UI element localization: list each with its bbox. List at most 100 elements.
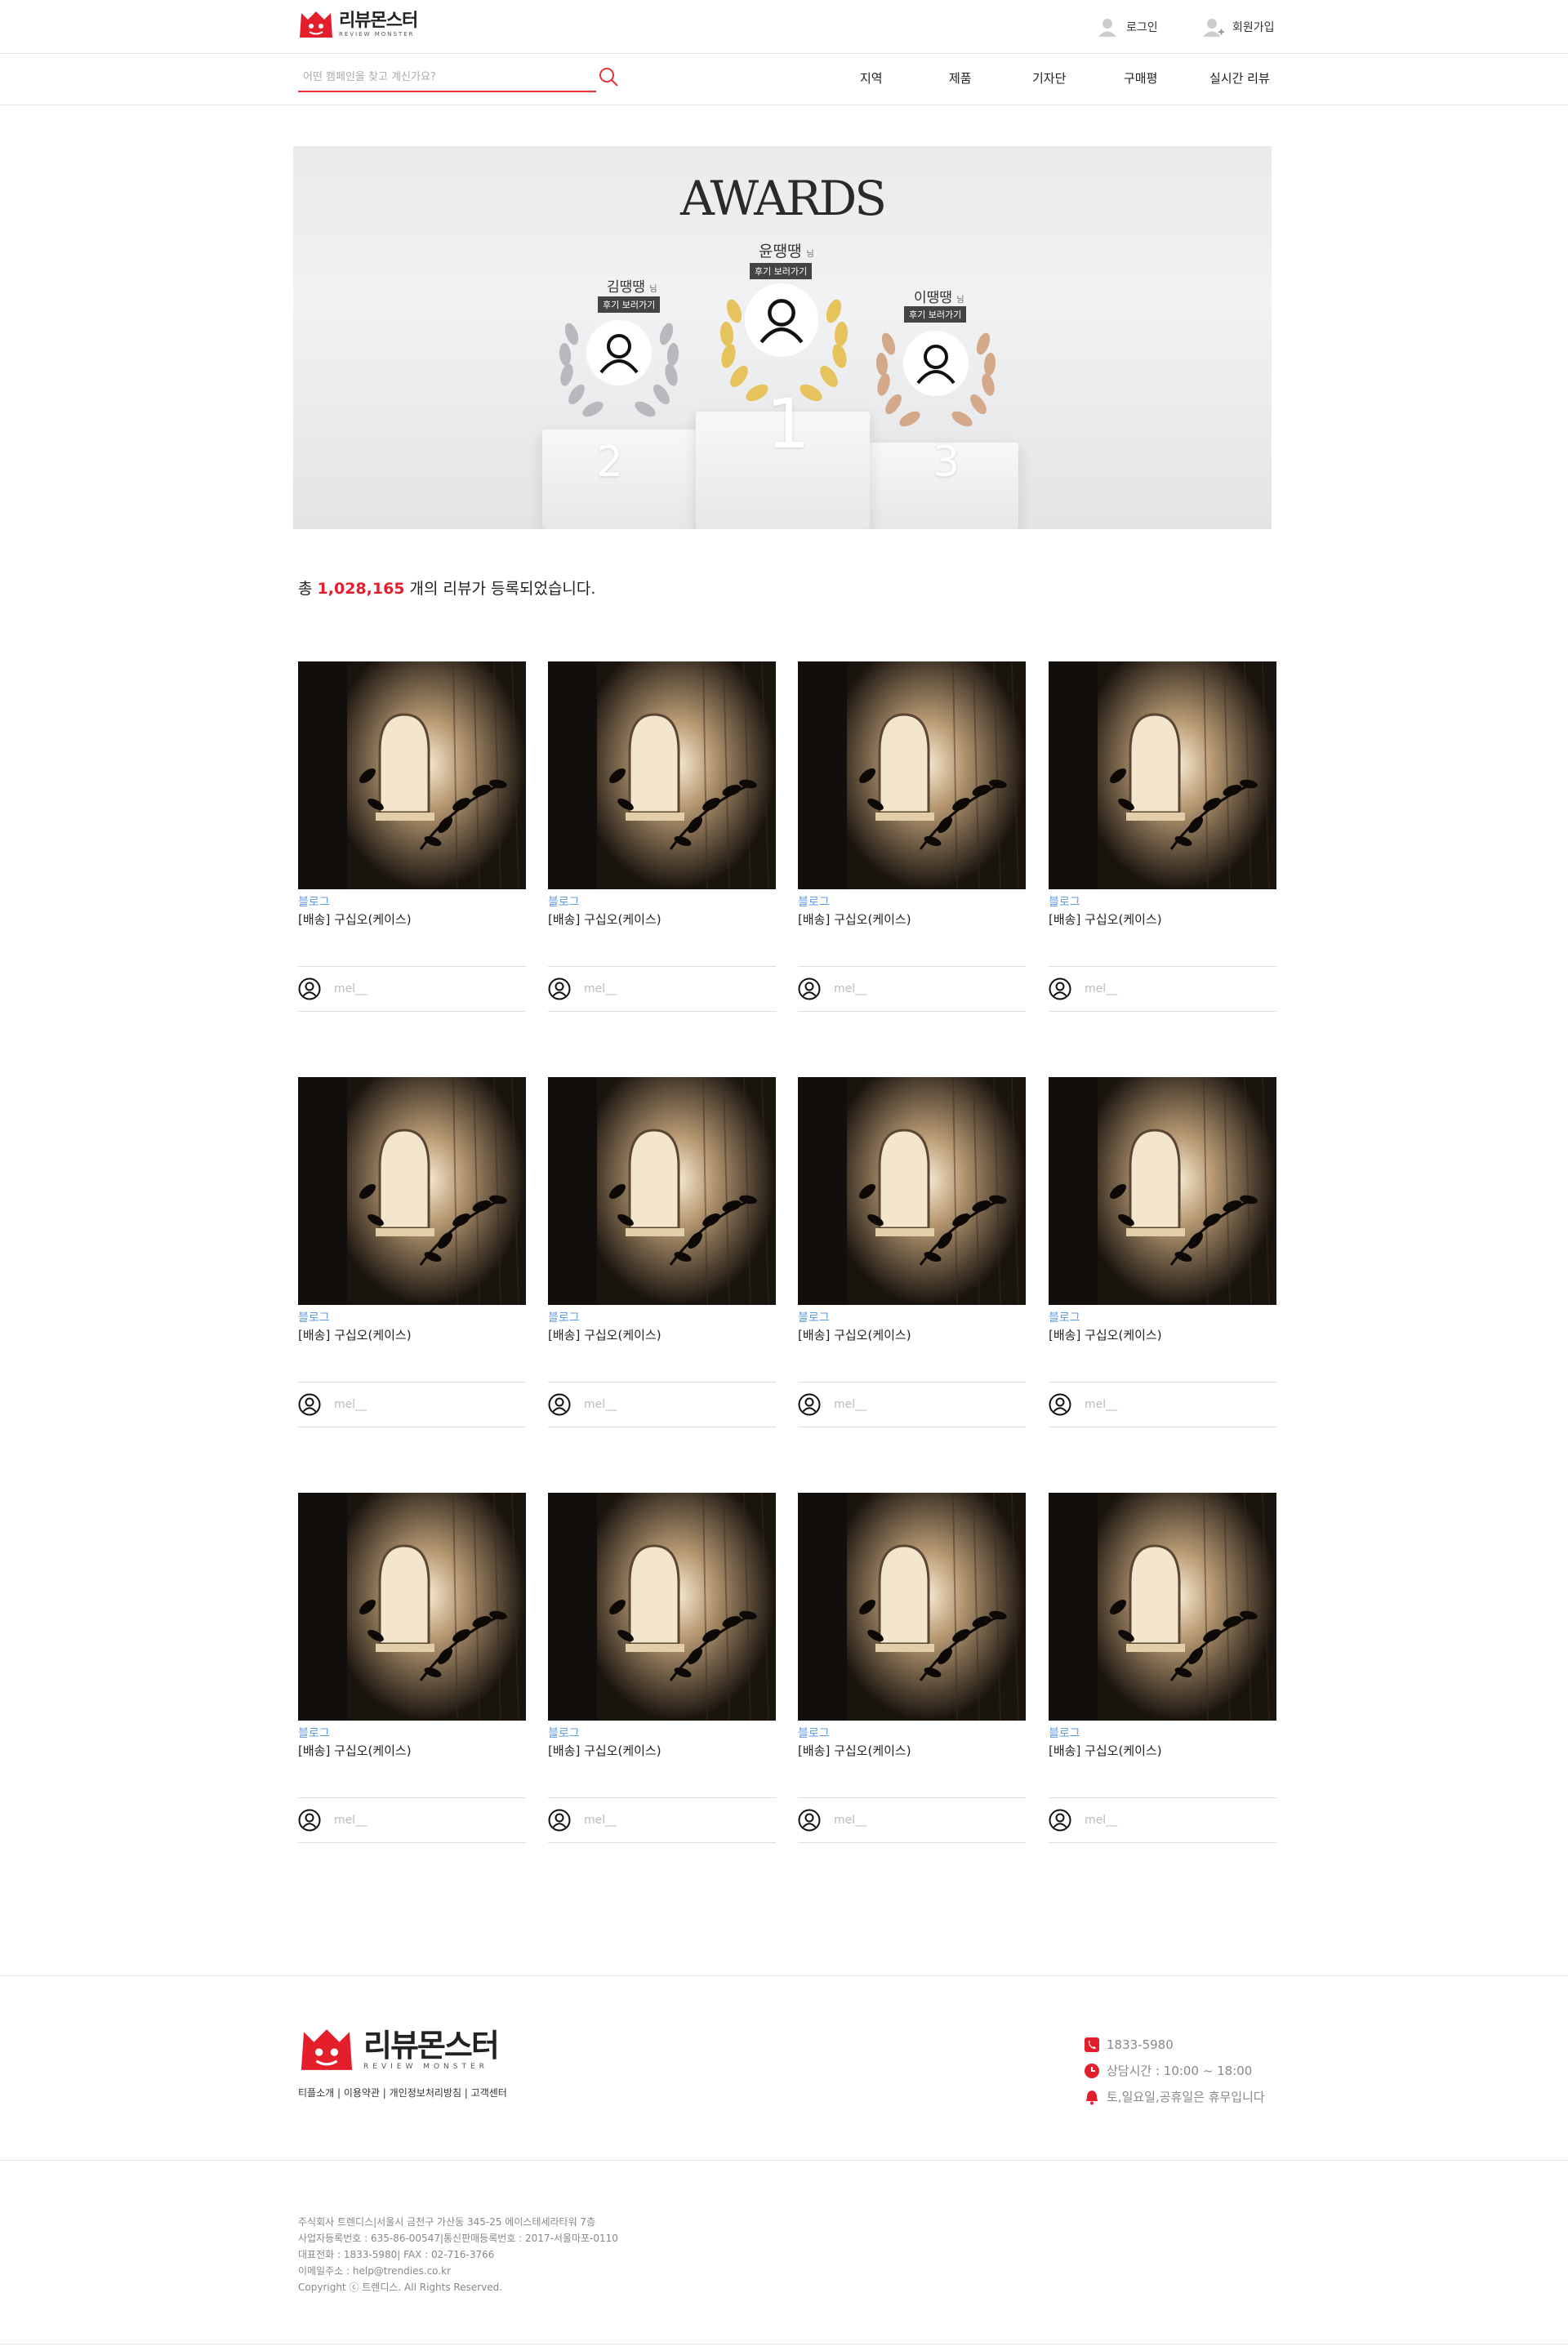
review-title[interactable]: [배송] 구십오(케이스)	[548, 1743, 776, 1758]
winner-3-name: 이땡땡 님	[914, 290, 964, 306]
review-card[interactable]: 블로그 [배송] 구십오(케이스) mel__	[1049, 1493, 1276, 1843]
user-icon	[548, 1393, 571, 1416]
footer-address: 주식회사 트렌디스|서울시 금천구 가산동 345-25 에이스테세라타워 7층…	[298, 2214, 618, 2295]
review-type[interactable]: 블로그	[298, 1727, 526, 1740]
review-title[interactable]: [배송] 구십오(케이스)	[548, 912, 776, 927]
footer-phone: 1833-5980	[1084, 2032, 1265, 2058]
join-link[interactable]: 회원가입	[1203, 16, 1275, 38]
review-type[interactable]: 블로그	[298, 896, 526, 909]
review-title[interactable]: [배송] 구십오(케이스)	[298, 1743, 526, 1758]
review-author: mel__	[798, 1797, 1026, 1843]
review-thumbnail[interactable]	[798, 1493, 1026, 1721]
search-input[interactable]	[298, 65, 568, 89]
logo-subtext: REVIEW MONSTER	[339, 31, 415, 38]
monster-logo-icon	[301, 2029, 353, 2070]
review-card[interactable]: 블로그 [배송] 구십오(케이스) mel__	[798, 1493, 1026, 1843]
review-thumbnail[interactable]	[798, 661, 1026, 889]
user-icon	[798, 1809, 821, 1832]
review-thumbnail[interactable]	[548, 1077, 776, 1305]
review-card[interactable]: 블로그 [배송] 구십오(케이스) mel__	[548, 1493, 776, 1843]
review-card[interactable]: 블로그 [배송] 구십오(케이스) mel__	[548, 1077, 776, 1427]
review-author: mel__	[798, 1382, 1026, 1427]
user-icon	[599, 334, 639, 374]
phone-icon	[1085, 2037, 1099, 2052]
review-type[interactable]: 블로그	[298, 1311, 526, 1325]
clock-icon	[1085, 2064, 1099, 2078]
review-title[interactable]: [배송] 구십오(케이스)	[1049, 1743, 1276, 1758]
address-line: 주식회사 트렌디스|서울시 금천구 가산동 345-25 에이스테세라타워 7층	[298, 2216, 596, 2228]
review-author: mel__	[1049, 1382, 1276, 1427]
phone-fax-line: 대표전화 : 1833-5980| FAX : 02-716-3766	[298, 2249, 495, 2260]
login-link[interactable]: 로그인	[1097, 16, 1158, 38]
menu-product[interactable]: 제품	[949, 69, 972, 87]
review-title[interactable]: [배송] 구십오(케이스)	[298, 1328, 526, 1342]
review-type[interactable]: 블로그	[798, 1311, 1026, 1325]
review-author: mel__	[1049, 1797, 1276, 1843]
winner-2-name: 김땡땡 님	[607, 279, 657, 296]
user-icon	[298, 1393, 321, 1416]
footer: 리뷰몬스터 REVIEW MONSTER 티플소개 | 이용약관 | 개인정보처…	[0, 1975, 1568, 2351]
review-type[interactable]: 블로그	[548, 1311, 776, 1325]
review-thumbnail[interactable]	[1049, 1077, 1276, 1305]
review-type[interactable]: 블로그	[1049, 1311, 1276, 1325]
menu-region[interactable]: 지역	[860, 69, 883, 87]
review-thumbnail[interactable]	[298, 1493, 526, 1721]
review-title[interactable]: [배송] 구십오(케이스)	[548, 1328, 776, 1342]
review-title[interactable]: [배송] 구십오(케이스)	[798, 1328, 1026, 1342]
footer-holiday: 토,일요일,공휴일은 휴무입니다	[1084, 2084, 1265, 2110]
user-icon	[916, 345, 956, 385]
review-card[interactable]: 블로그 [배송] 구십오(케이스) mel__	[548, 661, 776, 1012]
review-type[interactable]: 블로그	[548, 896, 776, 909]
author-name: mel__	[584, 982, 617, 995]
review-title[interactable]: [배송] 구십오(케이스)	[1049, 1328, 1276, 1342]
review-type[interactable]: 블로그	[1049, 896, 1276, 909]
user-add-icon	[1203, 19, 1224, 37]
review-author: mel__	[798, 966, 1026, 1012]
join-label: 회원가입	[1232, 21, 1275, 34]
review-card[interactable]: 블로그 [배송] 구십오(케이스) mel__	[1049, 1077, 1276, 1427]
review-thumbnail[interactable]	[298, 661, 526, 889]
menu-realtime-review[interactable]: 실시간 리뷰	[1209, 69, 1270, 87]
monster-logo-icon	[300, 11, 332, 38]
logo-text: 리뷰몬스터	[339, 11, 418, 31]
awards-title: AWARDS	[679, 171, 887, 226]
review-thumbnail[interactable]	[1049, 1493, 1276, 1721]
site-logo[interactable]: 리뷰몬스터 REVIEW MONSTER	[298, 10, 418, 39]
search-icon[interactable]	[598, 66, 619, 87]
review-type[interactable]: 블로그	[1049, 1727, 1276, 1740]
menu-reporters[interactable]: 기자단	[1032, 69, 1066, 87]
winner-2-review-button[interactable]: 후기 보러가기	[598, 296, 661, 313]
winner-1-review-button[interactable]: 후기 보러가기	[750, 263, 813, 279]
review-thumbnail[interactable]	[798, 1077, 1026, 1305]
author-name: mel__	[1085, 1814, 1118, 1827]
review-type[interactable]: 블로그	[798, 896, 1026, 909]
business-number-line: 사업자등록번호 : 635-86-00547|통신판매등록번호 : 2017-서…	[298, 2233, 618, 2244]
review-title[interactable]: [배송] 구십오(케이스)	[1049, 912, 1276, 927]
user-icon	[1049, 1393, 1071, 1416]
user-icon	[298, 1809, 321, 1832]
review-card[interactable]: 블로그 [배송] 구십오(케이스) mel__	[798, 1077, 1026, 1427]
footer-links[interactable]: 티플소개 | 이용약관 | 개인정보처리방침 | 고객센터	[298, 2086, 507, 2099]
winner-1-name: 윤땡땡 님	[759, 243, 814, 260]
review-card[interactable]: 블로그 [배송] 구십오(케이스) mel__	[298, 661, 526, 1012]
review-thumbnail[interactable]	[1049, 661, 1276, 889]
review-title[interactable]: [배송] 구십오(케이스)	[798, 1743, 1026, 1758]
author-name: mel__	[834, 982, 867, 995]
menu-purchase-review[interactable]: 구매평	[1124, 69, 1157, 87]
review-title[interactable]: [배송] 구십오(케이스)	[798, 912, 1026, 927]
review-thumbnail[interactable]	[298, 1077, 526, 1305]
review-type[interactable]: 블로그	[548, 1727, 776, 1740]
review-card[interactable]: 블로그 [배송] 구십오(케이스) mel__	[1049, 661, 1276, 1012]
review-thumbnail[interactable]	[548, 1493, 776, 1721]
review-title[interactable]: [배송] 구십오(케이스)	[298, 912, 526, 927]
review-thumbnail[interactable]	[548, 661, 776, 889]
user-icon	[798, 977, 821, 1000]
winner-3-review-button[interactable]: 후기 보러가기	[904, 306, 967, 323]
footer-logo[interactable]: 리뷰몬스터 REVIEW MONSTER	[298, 2027, 500, 2073]
review-card[interactable]: 블로그 [배송] 구십오(케이스) mel__	[298, 1493, 526, 1843]
user-icon	[1049, 1809, 1071, 1832]
review-card[interactable]: 블로그 [배송] 구십오(케이스) mel__	[298, 1077, 526, 1427]
review-card[interactable]: 블로그 [배송] 구십오(케이스) mel__	[798, 661, 1026, 1012]
winner-3-avatar	[903, 331, 969, 396]
review-type[interactable]: 블로그	[798, 1727, 1026, 1740]
